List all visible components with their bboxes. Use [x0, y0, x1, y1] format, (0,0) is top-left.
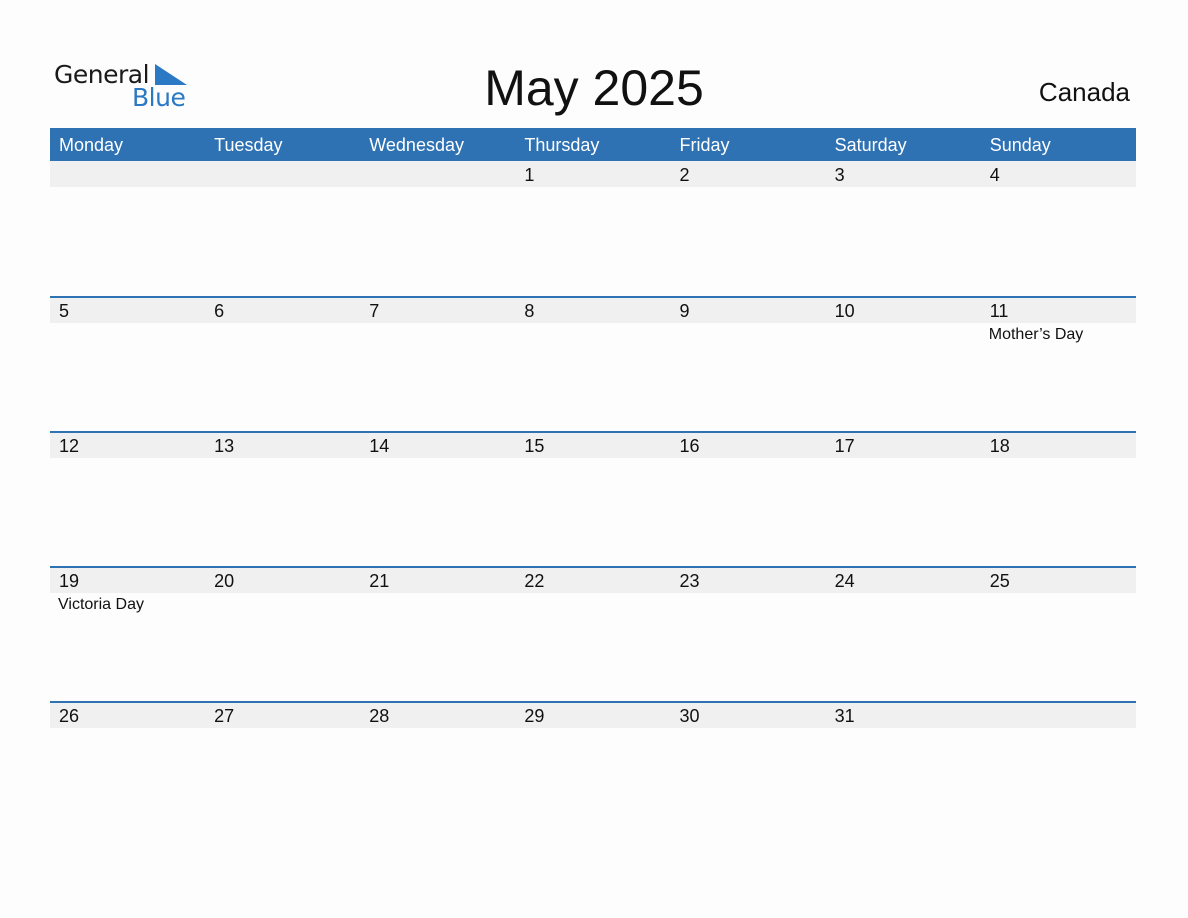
day-cell: 20	[205, 568, 360, 701]
day-cell: 30	[671, 703, 826, 836]
day-number: 21	[369, 571, 390, 591]
weekday-header: Monday Tuesday Wednesday Thursday Friday…	[50, 128, 1136, 161]
weekday-thursday: Thursday	[524, 135, 600, 155]
day-number: 30	[679, 706, 700, 726]
day-number: 28	[369, 706, 390, 726]
day-cell: 11 Mother’s Day	[981, 298, 1136, 431]
day-number: 5	[59, 301, 70, 321]
weekday-friday: Friday	[679, 135, 730, 155]
day-number: 22	[524, 571, 545, 591]
day-cell: 26	[50, 703, 205, 836]
day-cell: 22	[515, 568, 670, 701]
day-number: 18	[989, 436, 1010, 456]
weekday-wednesday: Wednesday	[369, 135, 464, 155]
day-number: 27	[214, 706, 235, 726]
day-number: 16	[679, 436, 700, 456]
day-number: 7	[369, 301, 380, 321]
day-cell: 28	[360, 703, 515, 836]
day-cell: 10	[826, 298, 981, 431]
day-cell: 6	[205, 298, 360, 431]
calendar-title: May 2025	[484, 60, 704, 116]
day-cell: 16	[671, 433, 826, 566]
day-number: 2	[679, 165, 690, 185]
day-number: 6	[214, 301, 225, 321]
day-cell: 9	[671, 298, 826, 431]
day-cell: 27	[205, 703, 360, 836]
day-number: 4	[989, 165, 1000, 185]
day-cell: 17	[826, 433, 981, 566]
day-number: 29	[524, 706, 545, 726]
weekday-monday: Monday	[59, 135, 124, 155]
day-cell: 19 Victoria Day	[50, 568, 205, 701]
week-cells: 12 13 14 15 16 17 18	[50, 433, 1136, 566]
day-number: 14	[369, 436, 390, 456]
day-cell: 13	[205, 433, 360, 566]
day-number: 11	[989, 301, 1009, 321]
day-number: 8	[524, 301, 535, 321]
day-cell: 5	[50, 298, 205, 431]
day-cell	[360, 161, 515, 296]
day-cell: 1	[515, 161, 670, 296]
day-cell: 24	[826, 568, 981, 701]
week-cells: 26 27 28 29 30 31	[50, 703, 1136, 836]
day-number: 23	[679, 571, 700, 591]
day-cell: 12	[50, 433, 205, 566]
country-label: Canada	[1038, 77, 1130, 107]
day-number: 24	[834, 571, 855, 591]
day-cell: 15	[515, 433, 670, 566]
day-number: 3	[834, 165, 845, 185]
weekday-saturday: Saturday	[834, 135, 907, 155]
day-number: 13	[214, 436, 235, 456]
week-cells: 5 6 7 8 9 10 11 Mother’s Day	[50, 298, 1136, 431]
week-row: 26 27 28 29 30 31	[50, 701, 1136, 836]
week-row: 1 2 3 4	[50, 161, 1136, 296]
day-number: 15	[524, 436, 545, 456]
day-number: 12	[59, 436, 80, 456]
week-row: 5 6 7 8 9 10 11 Mother’s Day	[50, 296, 1136, 431]
day-cell	[205, 161, 360, 296]
day-cell: 23	[671, 568, 826, 701]
day-cell: 18	[981, 433, 1136, 566]
day-number: 20	[214, 571, 235, 591]
day-cell: 31	[826, 703, 981, 836]
holiday-label: Mother’s Day	[988, 326, 1084, 343]
weekday-tuesday: Tuesday	[214, 135, 283, 155]
day-number: 9	[679, 301, 690, 321]
weekday-sunday: Sunday	[989, 135, 1051, 155]
day-number: 31	[834, 706, 855, 726]
day-number: 17	[834, 436, 855, 456]
day-cell: 25	[981, 568, 1136, 701]
day-cell	[981, 703, 1136, 836]
day-number: 1	[524, 165, 535, 185]
week-cells: 19 Victoria Day 20 21 22 23 24 25	[50, 568, 1136, 701]
weeks-container: 1 2 3 4 5 6 7 8 9 10 11 Mother’s Day 12 13 14 15 16 17 18 1…	[50, 161, 1136, 836]
day-cell: 29	[515, 703, 670, 836]
day-cell: 21	[360, 568, 515, 701]
day-number: 25	[989, 571, 1010, 591]
day-cell: 8	[515, 298, 670, 431]
week-row: 19 Victoria Day 20 21 22 23 24 25	[50, 566, 1136, 701]
day-cell: 2	[671, 161, 826, 296]
day-cell: 7	[360, 298, 515, 431]
calendar-grid: Monday Tuesday Wednesday Thursday Friday…	[50, 128, 1136, 836]
day-cell: 4	[981, 161, 1136, 296]
day-cell: 14	[360, 433, 515, 566]
day-cell: 3	[826, 161, 981, 296]
day-number: 26	[59, 706, 80, 726]
week-cells: 1 2 3 4	[50, 161, 1136, 296]
day-cell	[50, 161, 205, 296]
day-number: 10	[834, 301, 855, 321]
week-row: 12 13 14 15 16 17 18	[50, 431, 1136, 566]
day-number: 19	[59, 571, 80, 591]
holiday-label: Victoria Day	[58, 596, 144, 613]
